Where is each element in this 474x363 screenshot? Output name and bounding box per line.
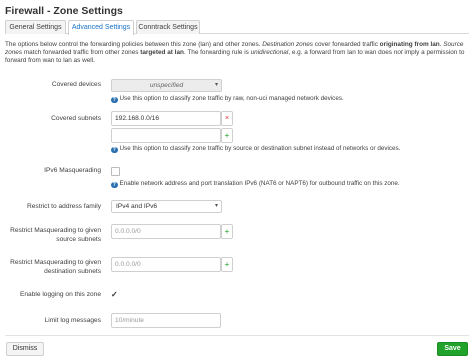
chevron-down-icon: ▾ <box>214 203 218 209</box>
covered-subnets-label: Covered subnets <box>51 115 101 122</box>
tab-conntrack-settings[interactable]: Conntrack Settings <box>136 20 200 34</box>
footer-divider <box>5 335 469 336</box>
checkmark-icon: ✓ <box>111 290 118 299</box>
logging-label: Enable logging on this zone <box>19 291 101 298</box>
remove-subnet-button[interactable]: × <box>221 111 233 126</box>
address-family-label: Restrict to address family <box>26 203 101 210</box>
tab-advanced-settings[interactable]: Advanced Settings <box>68 20 134 35</box>
address-family-select[interactable]: IPv4 and IPv6 ▾ <box>111 200 222 213</box>
plus-icon: + <box>224 260 230 269</box>
limit-log-label: Limit log messages <box>44 317 101 324</box>
dialog-title: Firewall - Zone Settings <box>5 5 123 17</box>
covered-devices-help: ? Use this option to classify zone traffi… <box>111 95 344 103</box>
plus-icon: + <box>224 131 230 140</box>
ipv6-masquerading-help: ? Enable network address and port transla… <box>111 180 400 188</box>
covered-subnets-help: ? Use this option to classify zone traffi… <box>111 145 401 153</box>
logging-checkbox[interactable]: ✓ <box>111 290 118 299</box>
question-circle-icon: ? <box>111 146 118 153</box>
limit-log-input[interactable] <box>111 313 221 328</box>
masq-dest-label-line1: Restrict Masquerading to given <box>10 259 101 266</box>
ipv6-masquerading-label: IPv6 Masquerading <box>44 167 101 174</box>
tab-bar: General Settings Advanced Settings Connt… <box>5 20 469 35</box>
dismiss-button[interactable]: Dismiss <box>6 342 44 356</box>
ipv6-masquerading-checkbox[interactable] <box>111 167 120 176</box>
question-circle-icon: ? <box>111 181 118 188</box>
covered-devices-select[interactable]: unspecified ▾ <box>111 79 222 92</box>
forwarding-description: The options below control the forwarding… <box>5 41 465 64</box>
covered-subnets-new-input[interactable] <box>111 128 221 143</box>
question-circle-icon: ? <box>111 96 118 103</box>
masq-dest-label-line2: destination subnets <box>44 268 101 275</box>
add-masq-dest-button[interactable]: + <box>221 257 233 272</box>
masq-source-label-line1: Restrict Masquerading to given <box>10 227 101 234</box>
masq-dest-input[interactable] <box>111 257 221 272</box>
masq-source-input[interactable] <box>111 224 221 239</box>
save-button[interactable]: Save <box>437 342 468 356</box>
covered-devices-label: Covered devices <box>51 81 101 88</box>
x-icon: × <box>224 115 230 122</box>
add-subnet-button[interactable]: + <box>221 128 233 143</box>
covered-subnets-input[interactable]: 192.168.0.0/16 <box>111 111 221 126</box>
chevron-down-icon: ▾ <box>214 82 218 88</box>
masq-source-label-line2: source subnets <box>56 236 101 243</box>
add-masq-source-button[interactable]: + <box>221 224 233 239</box>
plus-icon: + <box>224 227 230 236</box>
tab-general-settings[interactable]: General Settings <box>5 20 66 34</box>
